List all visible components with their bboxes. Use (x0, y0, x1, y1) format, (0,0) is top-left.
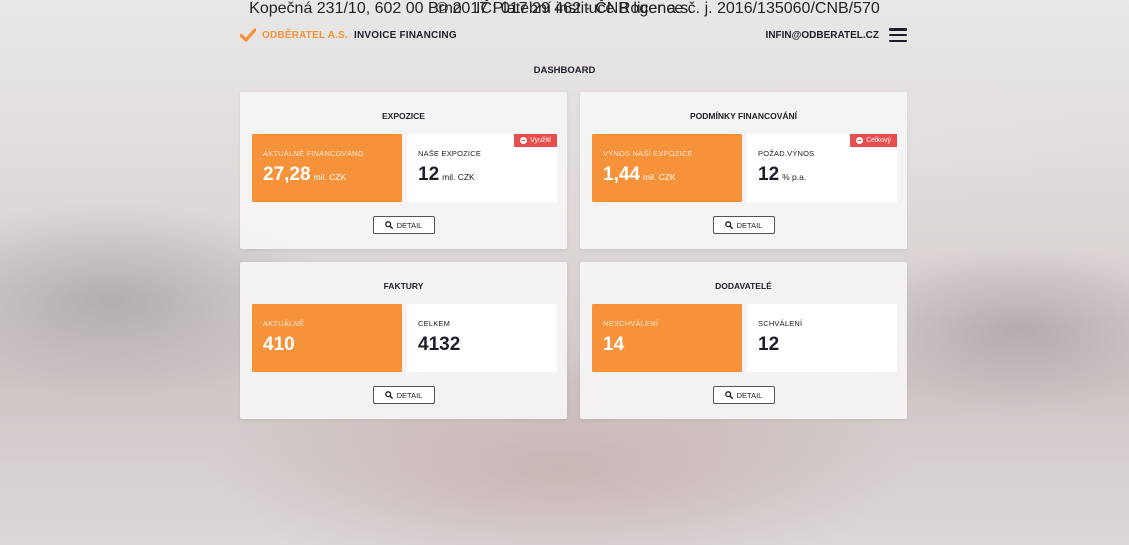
minus-circle-icon (856, 137, 864, 144)
card-title: EXPOZICE (382, 111, 425, 121)
badge-vyuziti[interactable]: Využití (514, 134, 557, 147)
tile-value: 1,44 mil. CZK (603, 164, 676, 186)
tile-value: 12 (758, 334, 779, 356)
detail-button[interactable]: DETAIL (372, 216, 435, 234)
tile-unit: mil. CZK (442, 172, 475, 182)
brand-logo[interactable]: ODBĚRATEL A.S. INVOICE FINANCING (240, 28, 457, 42)
search-icon (384, 221, 393, 229)
card-expozice: EXPOZICE AKTUÁLNĚ FINANCOVÁNO 27,28 mil. … (240, 92, 567, 249)
card-title: FAKTURY (383, 281, 424, 291)
tile-value: 12 mil. CZK (418, 164, 475, 186)
card-title: DODAVATELÉ (715, 281, 772, 291)
tile-label: AKTUÁLNĚ FINANCOVÁNO (263, 149, 364, 158)
top-bar: ODBĚRATEL A.S. INVOICE FINANCING INFIN@O… (240, 28, 907, 48)
tile-number: 12 (758, 164, 780, 185)
tile-label: POŽAD.VÝNOS (758, 149, 815, 158)
tile-neschvaleni: NESCHVÁLENÍ 14 (592, 304, 742, 372)
tile-aktualne-financovano: AKTUÁLNĚ FINANCOVÁNO 27,28 mil. CZK (252, 134, 402, 202)
search-icon (384, 391, 393, 399)
tile-aktualne: AKTUÁLNĚ 410 (252, 304, 402, 372)
detail-button-label: DETAIL (396, 390, 423, 400)
tile-value: 14 (603, 334, 624, 356)
tile-label: CELKEM (418, 319, 451, 328)
tile-schvaleni: SCHVÁLENÍ 12 (747, 304, 897, 372)
tile-nase-expozice: Využití NAŠE EXPOZICE 12 mil. CZK (407, 134, 557, 202)
minus-circle-icon (520, 137, 528, 144)
detail-button[interactable]: DETAIL (372, 386, 435, 404)
detail-button[interactable]: DETAIL (712, 386, 775, 404)
user-area: INFIN@ODBERATEL.CZ (766, 28, 907, 42)
tile-value: 410 (263, 334, 295, 356)
hamburger-menu-icon[interactable] (889, 28, 907, 42)
detail-button[interactable]: DETAIL (712, 216, 775, 234)
tile-label: AKTUÁLNĚ (263, 319, 305, 328)
footer-copyright: © 2017 Platební instituce Roger a.s. (436, 0, 693, 17)
detail-button-label: DETAIL (736, 390, 763, 400)
tile-unit: mil. CZK (313, 172, 347, 182)
badge-celkovy[interactable]: Celkový (850, 134, 897, 147)
badge-label: Využití (530, 137, 551, 144)
tile-number: 12 (418, 164, 440, 185)
brand-name: ODBĚRATEL A.S. (262, 29, 348, 41)
tile-value: 4132 (418, 334, 460, 356)
tile-unit: % p.a. (782, 172, 807, 182)
card-faktury: FAKTURY AKTUÁLNĚ 410 CELKEM 4132 DETAIL (240, 262, 567, 419)
detail-button-label: DETAIL (396, 220, 423, 230)
tile-number: 14 (603, 334, 625, 355)
page-title: DASHBOARD (533, 65, 596, 76)
user-email[interactable]: INFIN@ODBERATEL.CZ (766, 30, 879, 41)
checkmark-icon (240, 28, 256, 42)
app: ODBĚRATEL A.S. INVOICE FINANCING INFIN@O… (0, 0, 1129, 545)
tile-number: 12 (758, 334, 780, 355)
brand-product: INVOICE FINANCING (353, 29, 457, 41)
tile-pozad-vynos: Celkový POŽAD.VÝNOS 12% p.a. (747, 134, 897, 202)
detail-button-label: DETAIL (736, 220, 763, 230)
tile-unit: mil. CZK (642, 172, 676, 182)
tile-celkem: CELKEM 4132 (407, 304, 557, 372)
card-podminky-financovani: PODMÍNKY FINANCOVÁNÍ VÝNOS NAŠÍ EXPOZICE… (580, 92, 907, 249)
tile-vynos-nasi-expozice: VÝNOS NAŠÍ EXPOZICE 1,44 mil. CZK (592, 134, 742, 202)
card-dodavatele: DODAVATELÉ NESCHVÁLENÍ 14 SCHVÁLENÍ 12 D… (580, 262, 907, 419)
search-icon (724, 221, 733, 229)
card-title: PODMÍNKY FINANCOVÁNÍ (689, 111, 798, 121)
tile-label: SCHVÁLENÍ (758, 319, 803, 328)
tile-number: 27,28 (263, 164, 311, 185)
search-icon (724, 391, 733, 399)
tile-number: 1,44 (603, 164, 640, 185)
tile-number: 4132 (418, 334, 461, 355)
tile-label: NESCHVÁLENÍ (603, 319, 659, 328)
tile-label: NAŠE EXPOZICE (418, 149, 482, 158)
tile-number: 410 (263, 334, 295, 355)
tile-label: VÝNOS NAŠÍ EXPOZICE (603, 149, 693, 158)
tile-value: 27,28 mil. CZK (263, 164, 346, 186)
badge-label: Celkový (866, 137, 891, 144)
tile-value: 12% p.a. (758, 164, 806, 186)
